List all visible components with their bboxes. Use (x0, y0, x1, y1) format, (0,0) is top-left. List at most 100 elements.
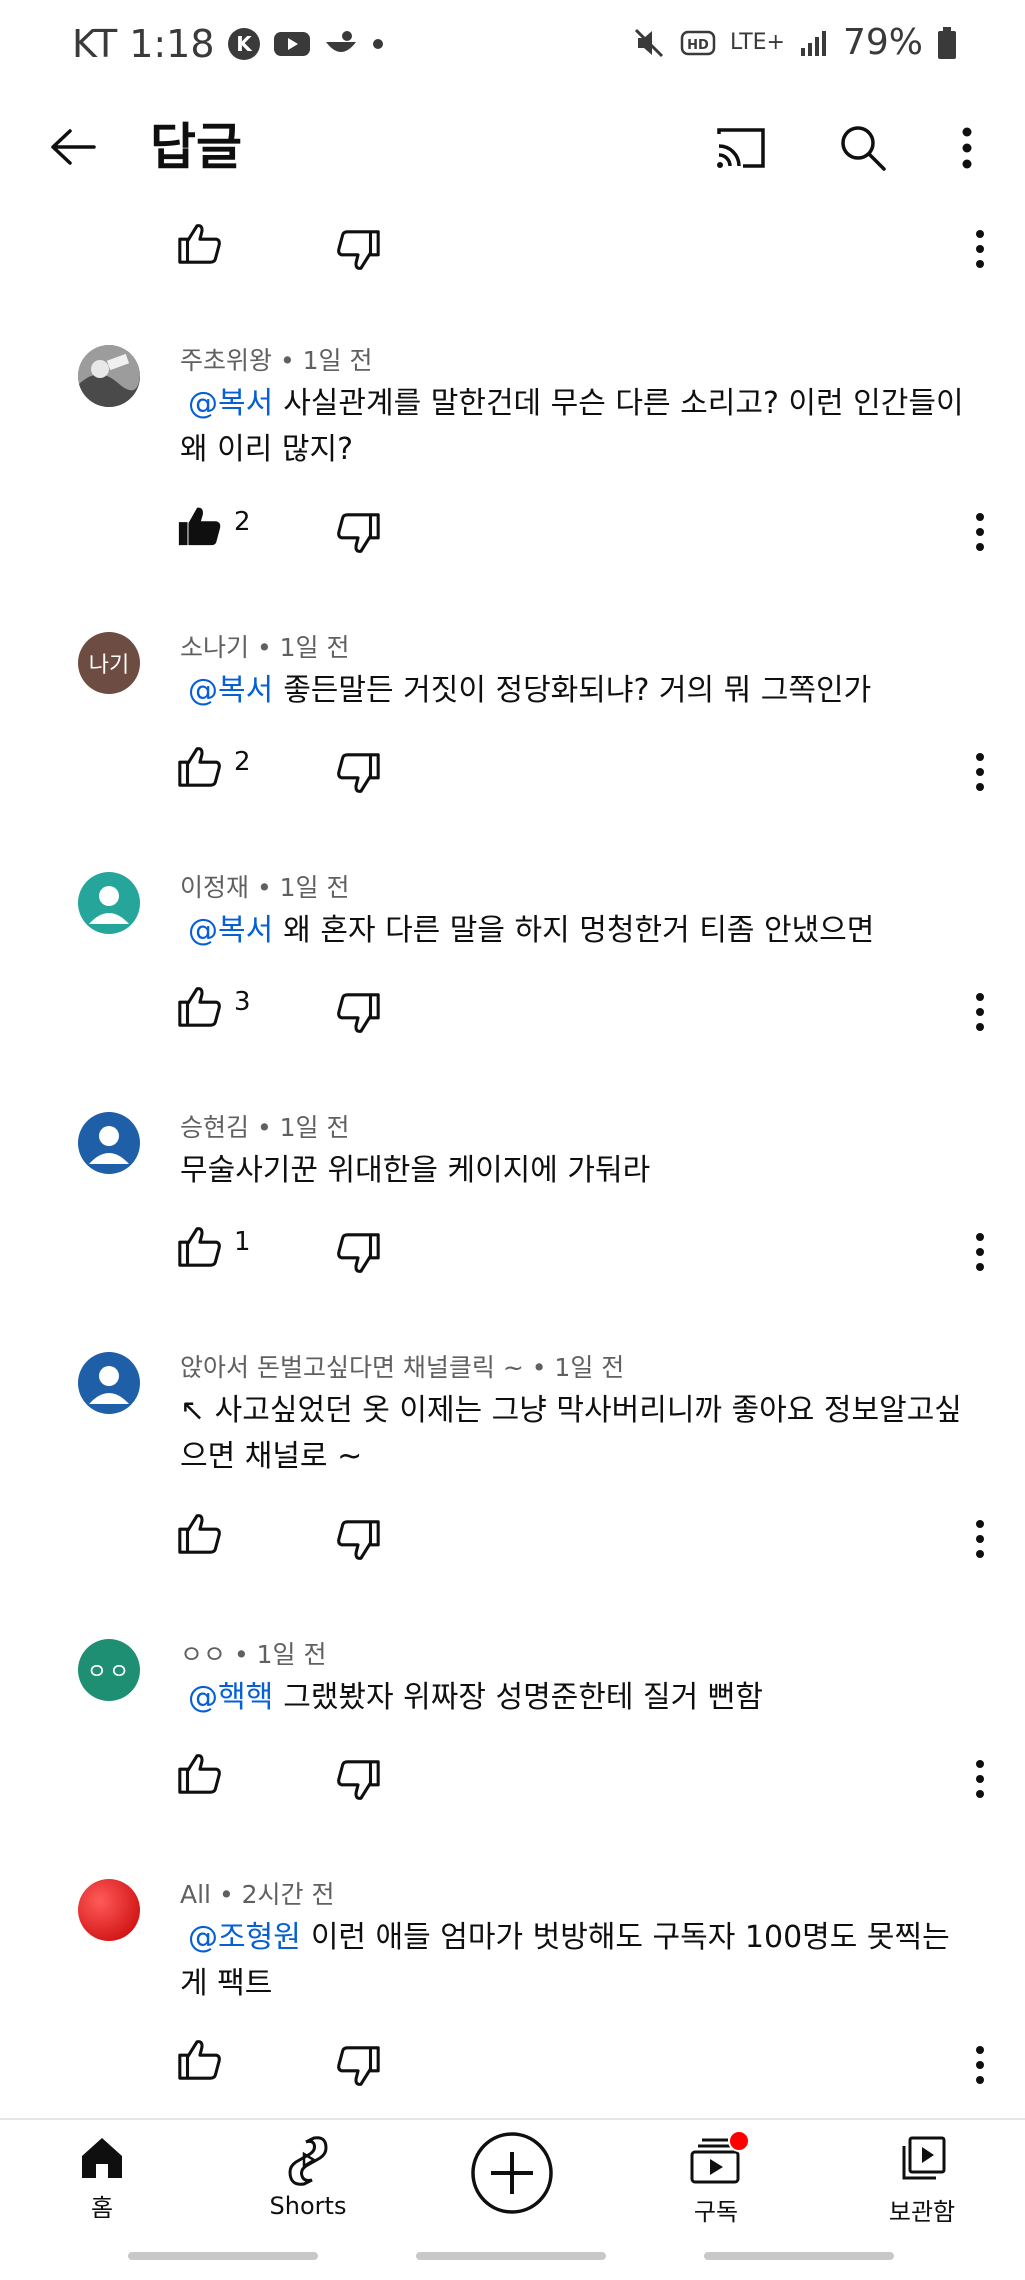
avatar[interactable] (78, 345, 140, 407)
comment-text-block: @핵핵 그랬봤자 위짜장 성명준한테 질거 뻔함 (180, 1675, 970, 1721)
comment-actions: 2 (0, 735, 1025, 805)
default-avatar-icon (78, 1112, 140, 1174)
bowl-icon (323, 28, 359, 60)
page-title: 답글 (150, 118, 242, 176)
dislike-icon[interactable] (336, 228, 382, 274)
like-icon[interactable] (176, 1750, 222, 1796)
hd-icon: HD (680, 29, 716, 57)
nav-label: 구독 (693, 2198, 739, 2226)
nav-shorts[interactable]: Shorts (238, 2134, 378, 2220)
status-left: KT 1:18 K (72, 22, 385, 66)
comment-author-meta[interactable]: 승현김 • 1일 전 (180, 1108, 350, 1144)
battery-icon (937, 26, 957, 60)
back-arrow-icon (51, 129, 96, 165)
notification-badge (728, 2130, 750, 2152)
more-options-button[interactable] (932, 113, 1002, 183)
avatar[interactable]: ㅇㅇ (78, 1639, 140, 1701)
comment-author-meta[interactable]: ㅇㅇ • 1일 전 (180, 1635, 327, 1671)
mention-link[interactable]: @복서 (188, 386, 273, 421)
avatar-initials: 나기 (88, 653, 130, 678)
youtube-notification-icon (273, 30, 311, 58)
nav-home[interactable]: 홈 (32, 2134, 172, 2223)
comment-actions (0, 1502, 1025, 1572)
search-button[interactable] (828, 113, 898, 183)
more-vert-icon (975, 1759, 985, 1799)
comment-more-button[interactable] (960, 1514, 1000, 1564)
gesture-bar (416, 2252, 606, 2260)
comment-author-meta[interactable]: 소나기 • 1일 전 (180, 628, 350, 664)
comment-author-meta[interactable]: 주초위왕 • 1일 전 (180, 341, 373, 377)
mention-link[interactable]: @복서 (188, 913, 273, 948)
comment-text: 그랬봤자 위짜장 성명준한테 질거 뻔함 (283, 1680, 763, 1715)
svg-text:K: K (236, 32, 253, 56)
like-count: 1 (234, 1227, 251, 1257)
dislike-icon[interactable] (336, 1758, 382, 1804)
comment-author-meta[interactable]: 앉아서 돈벌고싶다면 채널클릭 ~ • 1일 전 (180, 1348, 624, 1384)
like-icon[interactable] (176, 983, 222, 1029)
nav-library[interactable]: 보관함 (852, 2134, 992, 2227)
dislike-icon[interactable] (336, 751, 382, 797)
create-icon (471, 2132, 553, 2214)
time-label: 1:18 (129, 22, 215, 66)
like-filled-icon[interactable] (176, 503, 222, 549)
nav-create[interactable] (442, 2130, 582, 2216)
default-avatar-icon (78, 872, 140, 934)
hd-text: HD (687, 38, 709, 53)
nav-subscriptions[interactable]: 구독 (646, 2130, 786, 2227)
dislike-icon[interactable] (336, 1518, 382, 1564)
gesture-bar (704, 2252, 894, 2260)
cast-icon (717, 128, 765, 168)
comment-text-block: @복서 좋든말든 거짓이 정당화되냐? 거의 뭐 그쪽인가 (180, 668, 970, 714)
like-icon[interactable] (176, 220, 222, 266)
comment-text: ↖ 사고싶었던 옷 이제는 그냥 막사버리니까 좋아요 정보알고싶으면 채널로 … (180, 1393, 962, 1474)
mention-link[interactable]: @핵핵 (188, 1680, 273, 1715)
like-icon[interactable] (176, 1510, 222, 1556)
avatar[interactable] (78, 1352, 140, 1414)
nav-label: 홈 (90, 2194, 114, 2222)
comment-more-button[interactable] (960, 1754, 1000, 1804)
back-button[interactable] (40, 115, 104, 179)
comment-text-block: @복서 왜 혼자 다른 말을 하지 멍청한거 티좀 안냈으면 (180, 908, 970, 954)
comment-more-button[interactable] (960, 987, 1000, 1037)
comment-actions (0, 212, 1025, 282)
comment-more-button[interactable] (960, 1227, 1000, 1277)
gesture-bar (128, 2252, 318, 2260)
more-vert-icon (975, 1519, 985, 1559)
comment-more-button[interactable] (960, 507, 1000, 557)
avatar[interactable] (78, 1112, 140, 1174)
avatar[interactable] (78, 1879, 140, 1941)
kakao-icon: K (227, 27, 261, 61)
dislike-icon[interactable] (336, 511, 382, 557)
more-vert-icon (962, 127, 972, 169)
cast-button[interactable] (706, 113, 776, 183)
library-icon (902, 2136, 946, 2180)
avatar[interactable] (78, 872, 140, 934)
mention-link[interactable]: @조형원 (188, 1920, 301, 1955)
mute-icon (632, 26, 666, 60)
comment-author-meta[interactable]: 이정재 • 1일 전 (180, 868, 350, 904)
comment-more-button[interactable] (960, 747, 1000, 797)
comment-actions: 1 (0, 1215, 1025, 1285)
like-icon[interactable] (176, 1223, 222, 1269)
comment-author-meta[interactable]: All • 2시간 전 (180, 1875, 335, 1911)
comment-actions (0, 2028, 1025, 2098)
avatar[interactable]: 나기 (78, 632, 140, 694)
like-count: 3 (234, 987, 251, 1017)
comment-actions: 3 (0, 975, 1025, 1045)
battery-label: 79% (842, 22, 923, 63)
dislike-icon[interactable] (336, 991, 382, 1037)
status-right: HD LTE+ 79% (632, 22, 957, 63)
like-count: 2 (234, 507, 251, 537)
like-icon[interactable] (176, 2036, 222, 2082)
signal-icon (799, 28, 829, 58)
mention-link[interactable]: @복서 (188, 673, 273, 708)
comment-more-button[interactable] (960, 2040, 1000, 2090)
dislike-icon[interactable] (336, 2044, 382, 2090)
comment-more-button[interactable] (960, 224, 1000, 274)
like-icon[interactable] (176, 743, 222, 789)
app-bar: 답글 (0, 95, 1025, 225)
bottom-nav: 홈 Shorts 구독 보관함 (0, 2118, 1025, 2280)
carrier-label: KT (72, 22, 118, 66)
status-bar: KT 1:18 K HD LTE+ 79% (0, 0, 1025, 95)
dislike-icon[interactable] (336, 1231, 382, 1277)
